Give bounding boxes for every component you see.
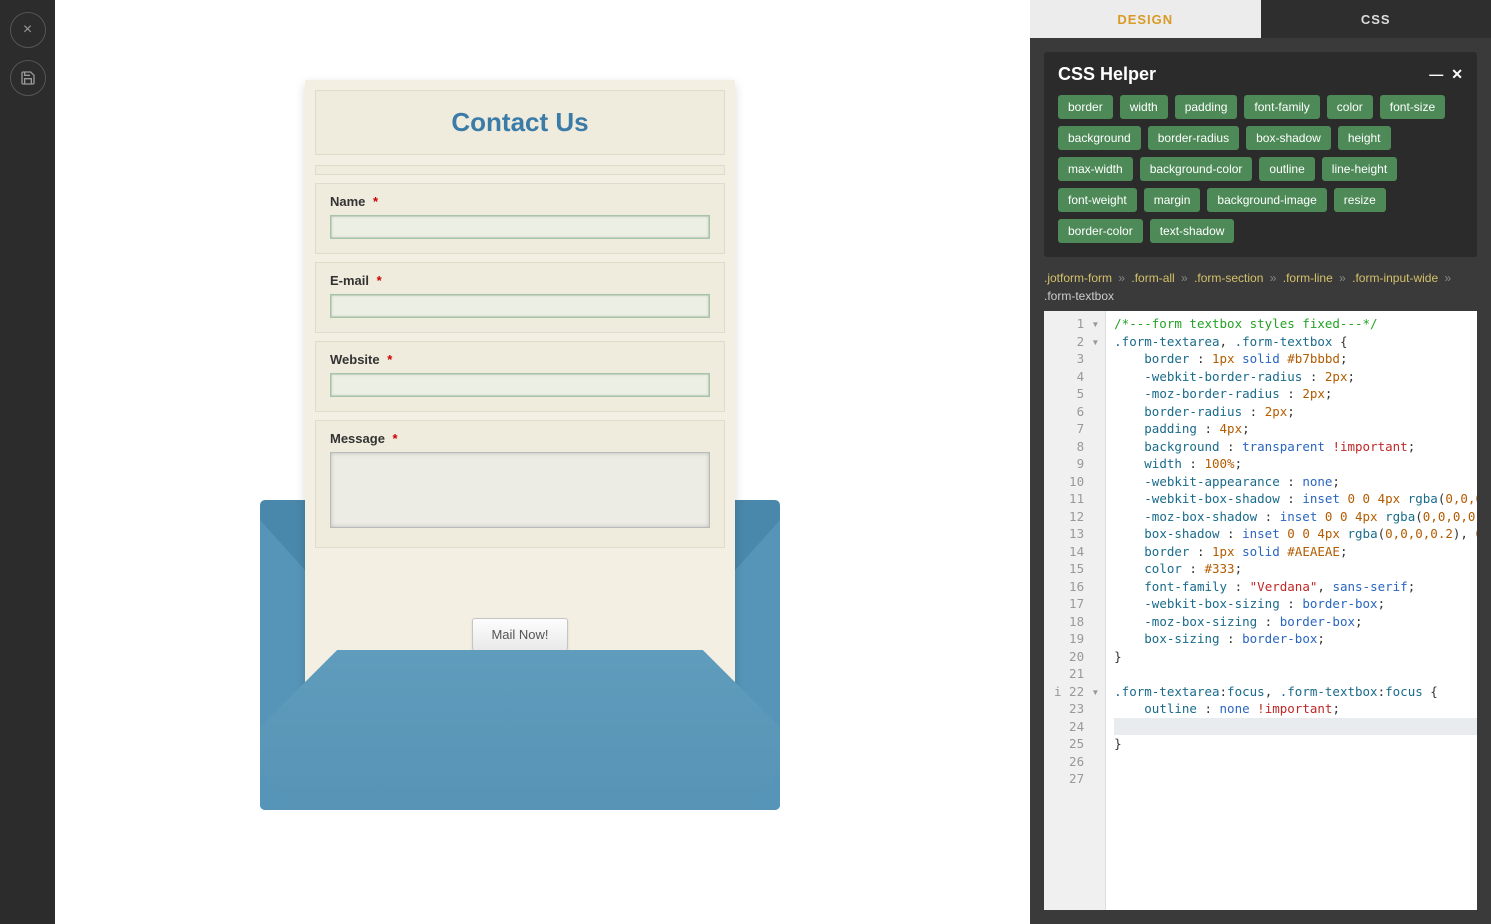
chip-font-size[interactable]: font-size [1380,95,1445,119]
chip-font-weight[interactable]: font-weight [1058,188,1137,212]
helper-title: CSS Helper [1058,64,1156,85]
chip-resize[interactable]: resize [1334,188,1386,212]
breadcrumb-part[interactable]: .jotform-form [1044,271,1112,285]
save-icon [20,70,36,86]
breadcrumb-part[interactable]: .form-all [1131,271,1174,285]
field-input-name[interactable] [330,215,710,239]
close-icon: × [23,21,32,39]
chip-width[interactable]: width [1120,95,1168,119]
close-icon[interactable]: ✕ [1451,66,1463,83]
breadcrumb-sep: » [1266,271,1279,285]
chip-background[interactable]: background [1058,126,1141,150]
chip-background-color[interactable]: background-color [1140,157,1253,181]
header-divider [315,165,725,175]
right-panel: DESIGN CSS CSS Helper — ✕ border width pad… [1030,0,1491,924]
css-helper-panel: CSS Helper — ✕ border width paddingfont-fa… [1044,52,1477,257]
minimize-icon[interactable]: — [1429,66,1443,83]
breadcrumb-sep: » [1336,271,1349,285]
required-asterisk: * [393,431,398,446]
code-editor[interactable]: 1 ▾ 2 ▾ 3 4 5 6 7 8 9 10 11 12 13 14 15 … [1044,311,1477,910]
breadcrumb-part[interactable]: .form-section [1194,271,1263,285]
required-asterisk: * [387,352,392,367]
chip-color[interactable]: color [1327,95,1373,119]
chip-max-width[interactable]: max-width [1058,157,1133,181]
chip-box-shadow[interactable]: box-shadow [1246,126,1331,150]
required-asterisk: * [377,273,382,288]
tab-css[interactable]: CSS [1261,0,1491,38]
field-label: E-mail * [330,273,710,288]
chip-border-color[interactable]: border-color [1058,219,1143,243]
field-label: Message * [330,431,710,446]
chip-line-height[interactable]: line-height [1322,157,1397,181]
field-label: Website * [330,352,710,367]
left-rail: × [0,0,55,924]
close-button[interactable]: × [10,12,46,48]
selector-breadcrumb[interactable]: .jotform-form » .form-all » .form-sectio… [1044,271,1477,285]
form-title: Contact Us [315,90,725,155]
chip-background-image[interactable]: background-image [1207,188,1326,212]
field-input-website[interactable] [330,373,710,397]
field-label: Name * [330,194,710,209]
form-field-website: Website * [315,341,725,412]
chip-font-family[interactable]: font-family [1244,95,1319,119]
breadcrumb-sep: » [1178,271,1191,285]
breadcrumb-sep: » [1115,271,1128,285]
chip-border[interactable]: border [1058,95,1113,119]
chip-height[interactable]: height [1338,126,1391,150]
chip-text-shadow[interactable]: text-shadow [1150,219,1235,243]
required-asterisk: * [373,194,378,209]
preview-canvas: Contact Us Name * E-mail * Website * Messag… [55,0,1030,924]
chip-padding[interactable]: padding [1175,95,1238,119]
tab-design[interactable]: DESIGN [1030,0,1261,38]
helper-chips: border width paddingfont-family color font-s… [1058,95,1463,243]
chip-outline[interactable]: outline [1259,157,1314,181]
form-field-email: E-mail * [315,262,725,333]
breadcrumb-part[interactable]: .form-line [1283,271,1333,285]
form-preview: Contact Us Name * E-mail * Website * Messag… [305,80,735,691]
breadcrumb-part[interactable]: .form-input-wide [1352,271,1438,285]
form-field-name: Name * [315,183,725,254]
field-input-email[interactable] [330,294,710,318]
save-button[interactable] [10,60,46,96]
field-input-message[interactable] [330,452,710,528]
panel-tabs: DESIGN CSS [1030,0,1491,38]
breadcrumb-sep: » [1441,271,1451,285]
selector-breadcrumb-tail: .form-textbox [1044,289,1477,303]
submit-button[interactable]: Mail Now! [472,618,567,651]
editor-code[interactable]: /*---form textbox styles fixed---*/ .for… [1106,311,1477,910]
chip-margin[interactable]: margin [1144,188,1201,212]
chip-border-radius[interactable]: border-radius [1148,126,1239,150]
form-field-message: Message * [315,420,725,548]
editor-gutter: 1 ▾ 2 ▾ 3 4 5 6 7 8 9 10 11 12 13 14 15 … [1044,311,1106,910]
